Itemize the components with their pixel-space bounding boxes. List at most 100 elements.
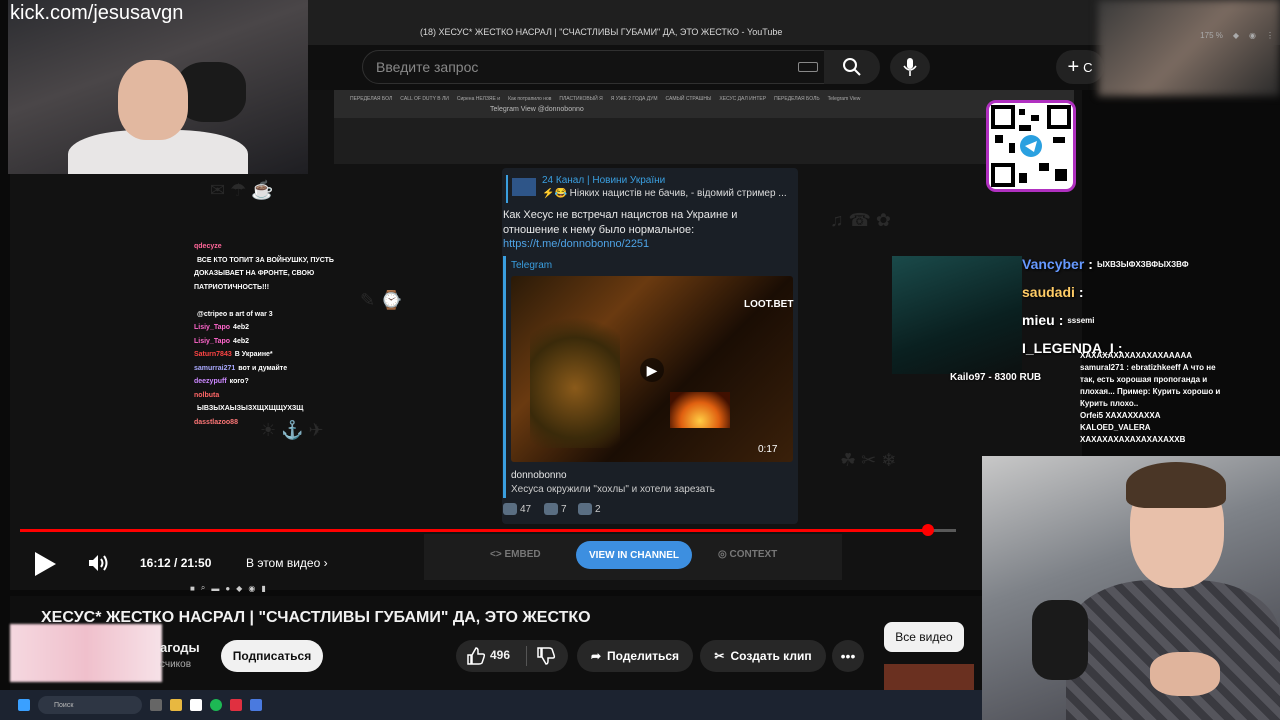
chat-username[interactable]: Saturn7843 [194, 351, 232, 358]
inner-tab[interactable]: Я УЖЕ 2 ГОДА ДУМ [611, 96, 658, 102]
play-button[interactable] [32, 550, 58, 583]
qr-pattern [991, 105, 1071, 187]
chat-username[interactable]: saudadi [1022, 284, 1075, 300]
inner-tab[interactable]: ПЕРЕДЕЛАЯ БОЛ [350, 96, 392, 102]
chat-text: ЫВЗЫХАЫЗЫЗХЩХЩЩУХЗЩ [197, 405, 304, 412]
steam-icon[interactable] [250, 699, 262, 711]
chat-line: Курить плохо.. [1080, 399, 1139, 408]
chat-message: deezypuff кого? [194, 375, 334, 389]
chat-text: ВСЕ КТО ТОПИТ ЗА ВОЙНУШКУ, ПУСТЬ ДОКАЗЫВ… [194, 256, 334, 291]
chapters-label: В этом видео [246, 556, 321, 570]
chat-message: nolbuta [194, 389, 334, 403]
inner-tab[interactable]: САМЫЙ СТРАШНЫ [666, 96, 712, 102]
chat-username[interactable]: samurrai271 [194, 365, 235, 372]
create-button[interactable]: + С [1056, 50, 1104, 84]
fireplace-image [670, 392, 730, 428]
like-button[interactable] [466, 646, 486, 671]
inner-browser-toolbar [334, 118, 1074, 164]
extension-icon[interactable]: ◆ [1233, 31, 1239, 40]
inner-tab[interactable]: Сирена НЕЛЗЯЕ и [457, 96, 500, 102]
inner-tab[interactable]: CALL OF DUTY В ЛИ [400, 96, 449, 102]
inner-page-title: Telegram View @donnobonno [490, 106, 584, 113]
browser-extension-icons: 175 % ◆ ◉ ⋮ [1090, 28, 1280, 42]
dislike-button[interactable] [536, 646, 556, 671]
reaction[interactable]: 2 [578, 503, 601, 515]
search-button[interactable] [824, 50, 880, 84]
more-button[interactable]: ••• [832, 640, 864, 672]
thumbs-down-icon [537, 647, 556, 665]
globe-icon: ◎ [718, 549, 730, 560]
volume-button[interactable] [88, 553, 110, 578]
taskbar-search[interactable]: Поиск [38, 696, 142, 714]
chat-message: samurrai271 вот и думайте [194, 362, 334, 376]
mic-icon [903, 58, 917, 76]
inner-tab[interactable]: Telegram View [828, 96, 861, 102]
post-link[interactable]: https://t.me/donnobonno/2251 [503, 238, 649, 250]
channel-name[interactable]: агоды [160, 640, 200, 655]
like-separator [526, 646, 527, 666]
chat-username[interactable]: Lisiy_Tapo [194, 338, 230, 345]
chat-username[interactable]: deezypuff [194, 378, 227, 385]
chat-message: ВСЕ КТО ТОПИТ ЗА ВОЙНУШКУ, ПУСТЬ ДОКАЗЫВ… [194, 254, 334, 295]
play-icon[interactable]: ▶ [640, 358, 664, 382]
chat-colon: : [1078, 284, 1084, 300]
kick-url: kick.com/jesusavgn [10, 2, 184, 24]
inner-tab[interactable]: ПЕРЕДЕЛАЯ БОЛЬ [774, 96, 820, 102]
menu-icon[interactable]: ⋮ [1266, 31, 1274, 40]
chat-line: samural271 : ebratizhkeeff А что не [1080, 363, 1216, 372]
spotify-icon[interactable] [210, 699, 222, 711]
streamer2-hair [1126, 462, 1226, 508]
chat-message: @ctripeo в art of war 3 [194, 308, 334, 322]
chapters-button[interactable]: В этом видео › [246, 556, 328, 570]
chat-username[interactable]: dasstlazoo88 [194, 419, 238, 426]
chat-line: ХАХАХАХАХАХАХАХААААА [1080, 351, 1193, 360]
forward-source[interactable]: 24 Канал | Новини України [542, 175, 665, 186]
folder-icon[interactable] [170, 699, 182, 711]
chat-message: Lisiy_Tapo 4eb2 [194, 335, 334, 349]
chat-line: Orfei5 ХАХАХХАХХА [1080, 411, 1161, 420]
windows-start-icon[interactable] [18, 699, 30, 711]
inner-browser-tabs: ПЕРЕДЕЛАЯ БОЛ CALL OF DUTY В ЛИ Сирена НЕЛ… [334, 90, 1074, 118]
zoom-level[interactable]: 175 % [1200, 31, 1223, 40]
streamer-webcam: kick.com/jesusavgn [8, 0, 308, 174]
recommended-thumbnail[interactable] [884, 664, 974, 692]
embed-label: EMBED [504, 549, 541, 560]
voice-search-button[interactable] [890, 50, 930, 84]
scissors-icon: ✂ [714, 649, 725, 663]
chat-username[interactable]: mieu [1022, 312, 1055, 328]
app-icon[interactable] [230, 699, 242, 711]
chat-username[interactable]: Lisiy_Tapo [194, 324, 230, 331]
chat-message: ЫВЗЫХАЫЗЫЗХЩХЩЩУХЗЩ [194, 402, 334, 416]
chat-username[interactable]: Vancyber [1022, 256, 1084, 272]
inner-tab[interactable]: Как потрапило нов [508, 96, 551, 102]
reaction-icon [578, 503, 592, 515]
windows-icon: ■ [190, 583, 195, 593]
chat-username[interactable]: nolbuta [194, 392, 219, 399]
inner-tab[interactable]: ХЕСУС ДАЛ ИНТЕР [719, 96, 766, 102]
app-icon: ▮ [261, 583, 266, 593]
subscribe-button[interactable]: Подписаться [221, 640, 323, 672]
share-button[interactable]: ➦ Поделиться [577, 640, 693, 672]
yandex-browser-icon[interactable] [190, 699, 202, 711]
embed-button[interactable]: <> EMBED [490, 549, 541, 560]
inner-tab[interactable]: ПЛАСТИКОВЫЙ Я [559, 96, 602, 102]
view-in-channel-button[interactable]: VIEW IN CHANNEL [576, 541, 692, 569]
clip-button[interactable]: ✂ Создать клип [700, 640, 826, 672]
keyboard-icon[interactable] [798, 62, 818, 72]
progress-handle[interactable] [921, 524, 934, 536]
browser-tab-title[interactable]: (18) ХЕСУС* ЖЕСТКО НАСРАЛ | "СЧАСТЛИВЫ Г… [420, 27, 1020, 37]
microphone-image [1032, 600, 1088, 680]
extension-icon[interactable]: ◉ [1249, 31, 1256, 40]
right-chat-lines: ХАХАХАХАХАХАХАХААААА samural271 : ebratiz… [1080, 350, 1280, 446]
all-videos-chip[interactable]: Все видео [884, 622, 964, 652]
streamer-face [118, 60, 188, 140]
reaction[interactable]: 7 [544, 503, 567, 515]
post-text: Как Хесус не встречал нацистов на Украин… [503, 209, 738, 236]
context-button[interactable]: ◎ CONTEXT [718, 549, 777, 560]
subscriber-count: счиков [160, 659, 192, 670]
plus-icon: + [1067, 55, 1080, 78]
chat-text: кого? [229, 378, 249, 385]
task-view-icon[interactable] [150, 699, 162, 711]
reaction[interactable]: 47 [503, 503, 531, 515]
chat-username[interactable]: qdecyze [194, 243, 222, 250]
